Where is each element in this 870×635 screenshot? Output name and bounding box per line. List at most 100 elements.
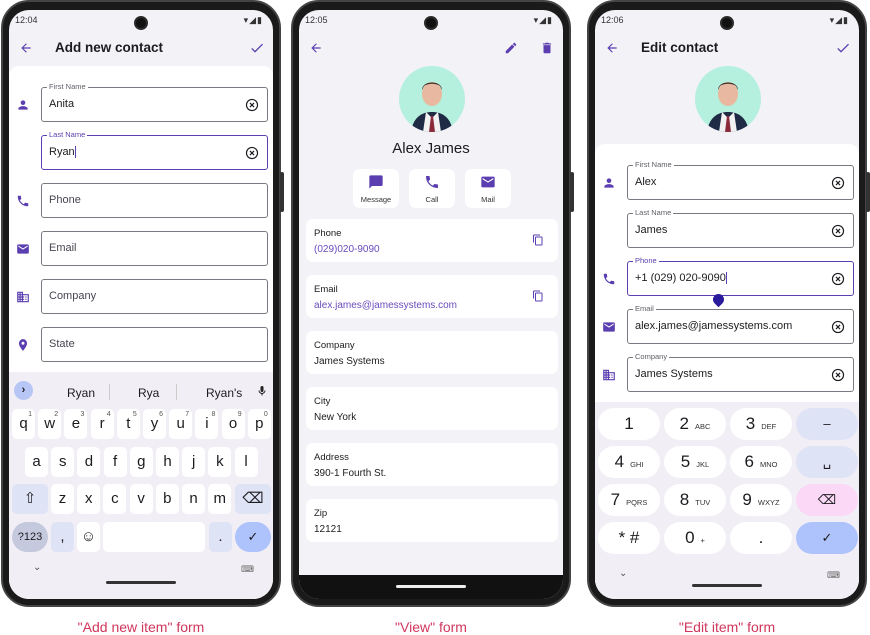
- period-key[interactable]: .: [209, 522, 232, 552]
- numpad-key[interactable]: 5 JKL: [664, 446, 726, 478]
- numpad-key[interactable]: 4 GHI: [598, 446, 660, 478]
- text-field[interactable]: First Name Alex: [627, 160, 854, 200]
- key-b[interactable]: b: [155, 484, 179, 514]
- numpad-key[interactable]: 3 DEF: [730, 408, 792, 440]
- key-p[interactable]: p0: [247, 409, 271, 439]
- copy-icon[interactable]: [532, 290, 544, 302]
- text-field[interactable]: Company: [41, 279, 268, 314]
- text-field[interactable]: Company James Systems: [627, 352, 854, 392]
- home-indicator[interactable]: [692, 584, 762, 587]
- home-indicator[interactable]: [106, 581, 176, 584]
- field-value[interactable]: James Systems: [635, 368, 713, 380]
- action-message[interactable]: Message: [353, 169, 399, 208]
- symbols-key[interactable]: ?123: [12, 522, 48, 552]
- key-v[interactable]: v: [129, 484, 153, 514]
- key-g[interactable]: g: [129, 447, 153, 477]
- numpad-key[interactable]: 6 MNO: [730, 446, 792, 478]
- text-field[interactable]: Phone: [41, 183, 268, 218]
- field-value[interactable]: James: [635, 224, 667, 236]
- clear-icon[interactable]: [245, 98, 259, 112]
- backspace-key[interactable]: ⌫: [235, 484, 271, 514]
- key-m[interactable]: m: [208, 484, 232, 514]
- detail-value[interactable]: (029)020-9090: [314, 244, 380, 255]
- text-field[interactable]: Last Name Ryan: [41, 130, 268, 170]
- key-j[interactable]: j: [182, 447, 206, 477]
- text-field[interactable]: State: [41, 327, 268, 362]
- key-o[interactable]: o9: [221, 409, 245, 439]
- key-t[interactable]: t5: [116, 409, 140, 439]
- shift-key[interactable]: ⇧: [12, 484, 48, 514]
- comma-key[interactable]: ,: [51, 522, 74, 552]
- numpad-key[interactable]: ␣: [796, 446, 858, 478]
- clear-icon[interactable]: [831, 368, 845, 382]
- check-icon[interactable]: [835, 40, 851, 56]
- chevron-down-icon[interactable]: ⌄: [33, 562, 41, 573]
- numpad-key[interactable]: 1: [598, 408, 660, 440]
- text-field[interactable]: First Name Anita: [41, 82, 268, 122]
- key-y[interactable]: y6: [143, 409, 166, 439]
- clear-icon[interactable]: [831, 224, 845, 238]
- key-q[interactable]: q1: [12, 409, 35, 439]
- numpad-key[interactable]: 9 WXYZ: [730, 484, 792, 516]
- text-field[interactable]: Email: [41, 231, 268, 266]
- suggestion[interactable]: Ryan: [67, 386, 95, 400]
- arrow-left-icon[interactable]: [19, 41, 33, 55]
- numpad-key[interactable]: 7 PQRS: [598, 484, 660, 516]
- numpad-key[interactable]: 2 ABC: [664, 408, 726, 440]
- key-h[interactable]: h: [156, 447, 179, 477]
- numpad-key[interactable]: ⌫: [796, 484, 858, 516]
- emoji-key[interactable]: ☺: [77, 522, 100, 552]
- clear-icon[interactable]: [831, 176, 845, 190]
- detail-value[interactable]: alex.james@jamessystems.com: [314, 300, 457, 311]
- suggestion[interactable]: Ryan's: [206, 386, 242, 400]
- key-f[interactable]: f: [103, 447, 127, 477]
- expand-suggestions-button[interactable]: ›: [14, 381, 33, 400]
- keyboard-icon[interactable]: ⌨: [241, 564, 254, 575]
- key-w[interactable]: w2: [38, 409, 62, 439]
- key-e[interactable]: e3: [64, 409, 88, 439]
- keyboard-icon[interactable]: ⌨: [827, 570, 840, 581]
- field-value[interactable]: alex.james@jamessystems.com: [635, 320, 792, 332]
- key-l[interactable]: l: [234, 447, 258, 477]
- key-x[interactable]: x: [77, 484, 101, 514]
- key-s[interactable]: s: [51, 447, 75, 477]
- field-value[interactable]: +1 (029) 020-9090: [635, 272, 727, 284]
- space-key[interactable]: [103, 522, 205, 552]
- key-a[interactable]: a: [25, 447, 48, 477]
- microphone-icon[interactable]: [256, 384, 268, 398]
- trash-icon[interactable]: [540, 41, 554, 55]
- text-field[interactable]: Phone +1 (029) 020-9090: [627, 256, 854, 296]
- numpad-key[interactable]: * #: [598, 522, 660, 554]
- key-c[interactable]: c: [103, 484, 127, 514]
- action-mail[interactable]: Mail: [465, 169, 511, 208]
- numpad-key[interactable]: ✓: [796, 522, 858, 554]
- numpad-key[interactable]: –: [796, 408, 858, 440]
- text-field[interactable]: Email alex.james@jamessystems.com: [627, 304, 854, 344]
- action-call[interactable]: Call: [409, 169, 455, 208]
- key-n[interactable]: n: [182, 484, 205, 514]
- key-z[interactable]: z: [51, 484, 74, 514]
- clear-icon[interactable]: [831, 320, 845, 334]
- numpad-key[interactable]: .: [730, 522, 792, 554]
- clear-icon[interactable]: [831, 272, 845, 286]
- field-value[interactable]: Anita: [49, 98, 74, 110]
- check-icon[interactable]: [249, 40, 265, 56]
- text-field[interactable]: Last Name James: [627, 208, 854, 248]
- clear-icon[interactable]: [245, 146, 259, 160]
- key-r[interactable]: r4: [90, 409, 114, 439]
- field-value[interactable]: Alex: [635, 176, 656, 188]
- suggestion[interactable]: Rya: [138, 386, 159, 400]
- arrow-left-icon[interactable]: [309, 41, 323, 55]
- key-k[interactable]: k: [208, 447, 232, 477]
- key-u[interactable]: u7: [169, 409, 193, 439]
- key-i[interactable]: i8: [195, 409, 219, 439]
- enter-key[interactable]: ✓: [235, 522, 271, 552]
- copy-icon[interactable]: [532, 234, 544, 246]
- numpad-key[interactable]: 8 TUV: [664, 484, 726, 516]
- key-d[interactable]: d: [77, 447, 101, 477]
- chevron-down-icon[interactable]: ⌄: [619, 568, 627, 579]
- arrow-left-icon[interactable]: [605, 41, 619, 55]
- pencil-icon[interactable]: [504, 41, 518, 55]
- numpad-key[interactable]: 0 +: [664, 522, 726, 554]
- field-value[interactable]: Ryan: [49, 146, 76, 158]
